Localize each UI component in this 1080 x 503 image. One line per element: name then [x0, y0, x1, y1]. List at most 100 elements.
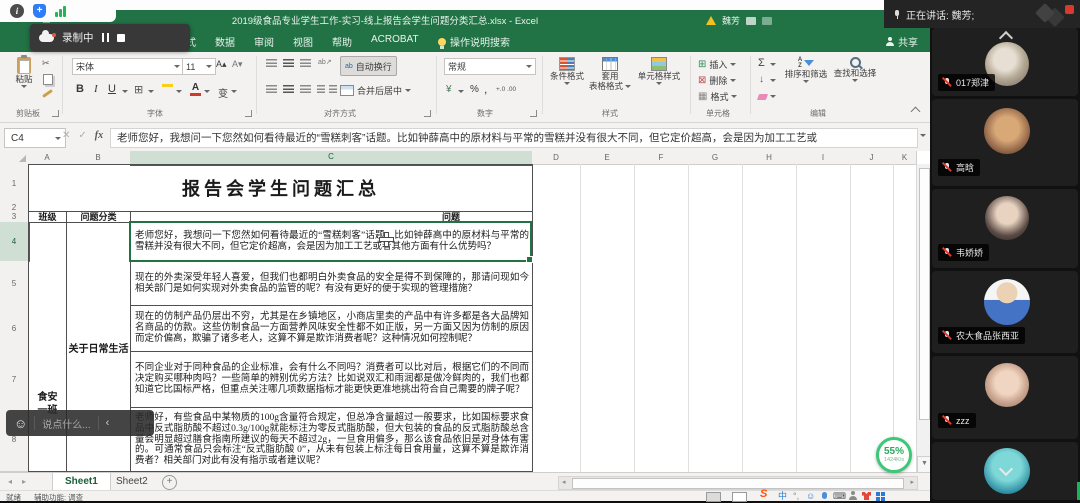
column-header[interactable]: G: [688, 151, 743, 165]
align-left-icon[interactable]: [266, 85, 277, 93]
format-cells-button[interactable]: ▦ 格式: [698, 90, 737, 103]
question-cell[interactable]: 老师好，有些食品中某物质的100g含量符合规定，但总净含量超过一般要求，比如国标…: [131, 408, 533, 472]
insert-function-icon[interactable]: fx: [95, 130, 103, 141]
borders-icon[interactable]: ⊞: [134, 83, 143, 96]
header-cell-question[interactable]: 问题: [131, 212, 533, 223]
merge-center-button[interactable]: 合并后居中: [340, 84, 411, 97]
autosum-dropdown[interactable]: [770, 63, 776, 66]
cell-styles-button[interactable]: 单元格样式: [636, 57, 682, 85]
autosum-icon[interactable]: Σ: [758, 57, 765, 69]
window-icon[interactable]: [762, 17, 772, 25]
align-top-icon[interactable]: [266, 59, 277, 67]
font-size-combo[interactable]: 11: [182, 58, 216, 75]
wrap-text-button[interactable]: ab 自动换行: [340, 56, 397, 76]
tell-me-search[interactable]: 操作说明搜索: [438, 34, 510, 49]
select-all-corner[interactable]: [0, 151, 29, 165]
cut-icon[interactable]: ✂: [42, 58, 50, 69]
bold-button[interactable]: B: [76, 83, 84, 95]
tab-acrobat[interactable]: ACROBAT: [371, 34, 419, 45]
format-painter-icon[interactable]: [42, 89, 53, 98]
find-select-button[interactable]: 查找和选择: [832, 57, 878, 82]
enter-icon[interactable]: ✓: [78, 130, 86, 141]
header-cell-class[interactable]: 班级: [29, 212, 67, 223]
fill-color-icon[interactable]: [162, 84, 173, 87]
participant-tile[interactable]: 017郑津: [932, 28, 1078, 96]
participant-tile-partial[interactable]: [932, 442, 1078, 500]
column-header[interactable]: J: [850, 151, 894, 165]
conditional-formatting-button[interactable]: 条件格式: [548, 57, 586, 85]
font-name-combo[interactable]: 宋体: [72, 58, 184, 75]
font-color-icon[interactable]: A: [190, 82, 201, 96]
column-header[interactable]: D: [532, 151, 581, 165]
ime-more-icon[interactable]: [876, 492, 880, 496]
shield-plus-icon[interactable]: +: [33, 4, 46, 18]
sheet-nav-left-icon[interactable]: ◂: [8, 477, 12, 486]
question-cell[interactable]: 现在的仿制产品仍层出不穷，尤其是在乡镇地区，小商店里卖的产品中有许多都是各大品牌…: [131, 306, 533, 352]
participant-tile[interactable]: zzz: [932, 356, 1078, 439]
question-cell-selected[interactable]: 老师您好，我想问一下您然如何看待最近的“雪糕刺客”话题。比如钟薛高中的原材料与平…: [131, 223, 533, 262]
vertical-scrollbar[interactable]: ▼: [916, 164, 930, 472]
fill-icon[interactable]: ↓: [759, 74, 764, 85]
underline-button[interactable]: U: [108, 83, 116, 95]
sogou-logo-icon[interactable]: S: [760, 489, 767, 499]
pause-recording-button[interactable]: [102, 33, 110, 42]
column-header[interactable]: B: [66, 151, 131, 165]
grow-font-icon[interactable]: A▴: [216, 59, 227, 70]
italic-button[interactable]: I: [94, 83, 98, 95]
info-icon[interactable]: i: [10, 4, 24, 18]
share-button[interactable]: 共享: [885, 34, 918, 49]
table-title-cell[interactable]: 报告会学生问题汇总: [29, 165, 533, 212]
question-cell[interactable]: 不同企业对于同种食品的企业标准，会有什么不同吗？消费者可以比对后，根据它们的不同…: [131, 352, 533, 408]
percent-style-icon[interactable]: %: [470, 84, 479, 95]
column-header[interactable]: K: [893, 151, 917, 165]
borders-dropdown[interactable]: [148, 90, 154, 93]
header-cell-category[interactable]: 问题分类: [67, 212, 131, 223]
clear-icon[interactable]: [757, 94, 768, 100]
tab-view[interactable]: 视图: [293, 34, 313, 49]
stop-recording-button[interactable]: [117, 34, 125, 42]
cancel-icon[interactable]: ✕: [62, 130, 70, 141]
paste-button[interactable]: 粘贴: [8, 57, 40, 88]
insert-cells-button[interactable]: ⊞ 插入: [698, 58, 736, 71]
ime-toolbox-icon[interactable]: [848, 491, 858, 500]
scroll-down-button[interactable]: ▼: [917, 456, 930, 472]
column-header[interactable]: H: [742, 151, 797, 165]
decimal-buttons[interactable]: +.0 .00: [496, 86, 516, 93]
hscroll-right-icon[interactable]: ▸: [910, 478, 914, 488]
participant-tile[interactable]: 高晗: [932, 99, 1078, 186]
vertical-scroll-thumb[interactable]: [919, 168, 930, 420]
comma-style-icon[interactable]: ,: [484, 82, 487, 96]
font-dialog-launcher[interactable]: [245, 110, 252, 117]
ime-skin-icon[interactable]: [862, 492, 871, 500]
horizontal-scrollbar[interactable]: ◂ ▸: [558, 476, 918, 490]
tab-help[interactable]: 帮助: [332, 34, 352, 49]
column-header[interactable]: A: [28, 151, 67, 165]
number-format-combo[interactable]: 常规: [444, 58, 536, 75]
chat-input-pill[interactable]: ☺ 说点什么... ‹: [6, 410, 154, 436]
row-header[interactable]: 1: [0, 164, 29, 204]
formula-input[interactable]: 老师您好，我想问一下您然如何看待最近的“雪糕刺客”话题。比如钟薛高中的原材料与平…: [110, 128, 918, 148]
collapse-chat-icon[interactable]: ‹: [106, 417, 110, 429]
participant-tile[interactable]: 韦娇娇: [932, 189, 1078, 268]
normal-view-button[interactable]: [706, 492, 721, 502]
decrease-indent-icon[interactable]: [317, 85, 325, 93]
column-header[interactable]: E: [580, 151, 635, 165]
hscroll-left-icon[interactable]: ◂: [562, 478, 566, 488]
chat-placeholder[interactable]: 说点什么...: [42, 416, 90, 431]
name-box[interactable]: C4: [4, 128, 66, 148]
phonetic-dropdown[interactable]: [231, 90, 237, 93]
row-header[interactable]: 5: [0, 261, 29, 306]
sort-filter-button[interactable]: AZ 排序和筛选: [784, 57, 828, 83]
orientation-icon[interactable]: ab↗: [318, 58, 332, 66]
question-cell[interactable]: 现在的外卖深受年轻人喜爱，但我们也都明白外卖食品的安全是得不到保障的，那请问现如…: [131, 262, 533, 306]
delete-cells-button[interactable]: ⊠ 删除: [698, 74, 736, 87]
voice-input-icon[interactable]: [822, 492, 827, 499]
align-right-icon[interactable]: [300, 85, 311, 93]
number-dialog-launcher[interactable]: [530, 110, 537, 117]
sheet-tab[interactable]: Sheet2: [104, 473, 160, 490]
horizontal-scroll-thumb[interactable]: [572, 478, 904, 489]
row-header[interactable]: 6: [0, 305, 29, 352]
account-name[interactable]: 魏芳: [722, 14, 740, 27]
underline-dropdown[interactable]: [122, 90, 128, 93]
accounting-format-icon[interactable]: ¥: [446, 84, 452, 95]
